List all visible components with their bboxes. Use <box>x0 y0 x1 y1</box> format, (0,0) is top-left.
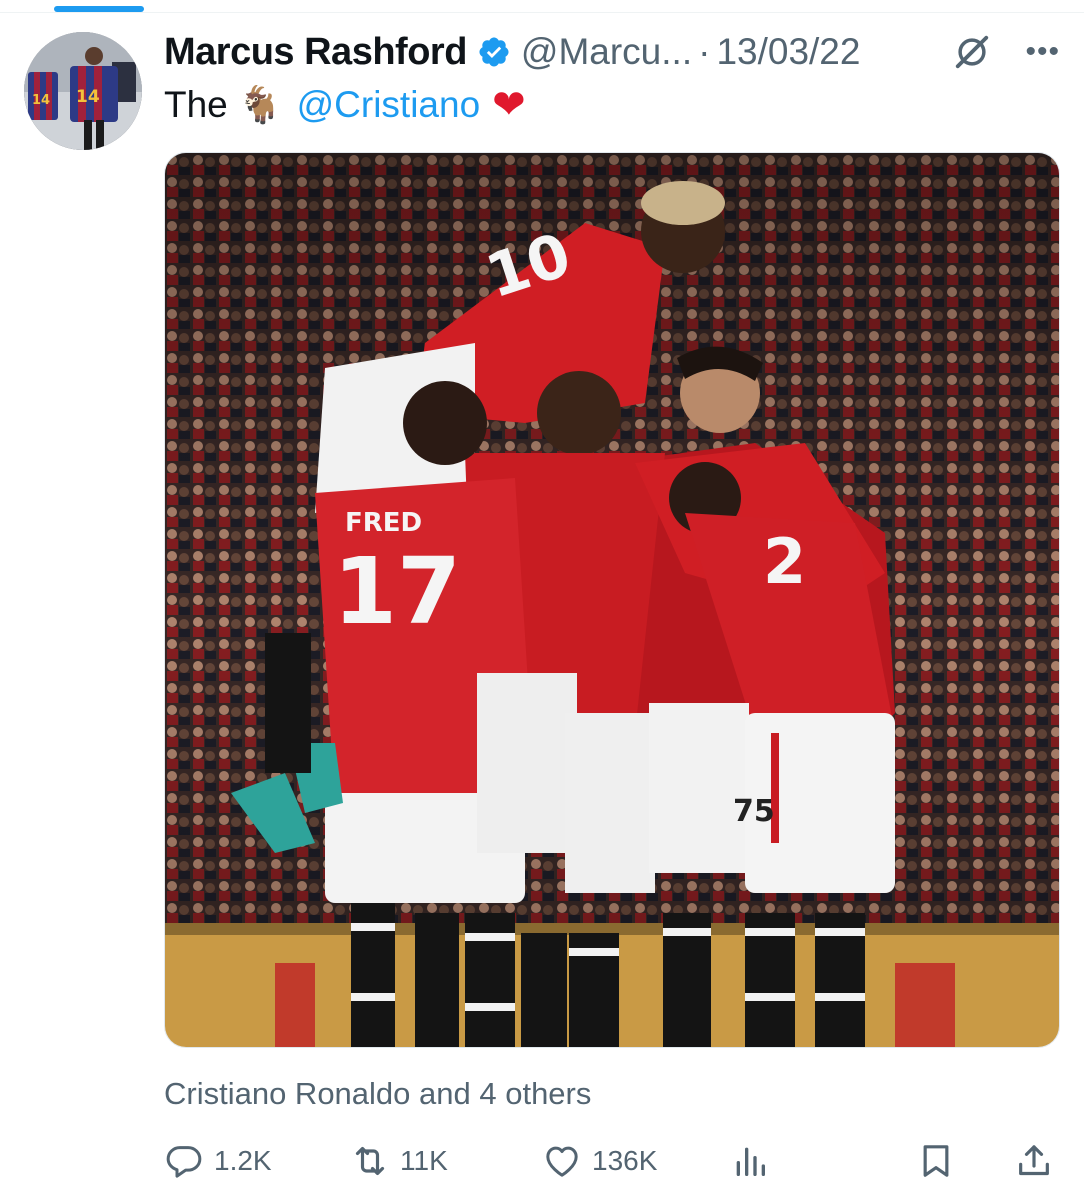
fred-shirt-number: 17 <box>333 538 461 645</box>
fred-shirt-name: FRED <box>345 508 422 538</box>
tagged-people[interactable]: Cristiano Ronaldo and 4 others <box>164 1072 591 1116</box>
tweet-date[interactable]: 13/03/22 <box>716 31 860 73</box>
goat-emoji: 🐐 <box>237 84 283 125</box>
share-icon <box>1019 1145 1049 1176</box>
tweet-media-photo[interactable]: 10 FRED 17 2 75 <box>164 152 1060 1048</box>
like-button[interactable]: 136K <box>542 1136 657 1186</box>
bookmark-button[interactable] <box>916 1136 956 1186</box>
partial-shirt-number: 2 <box>763 525 806 598</box>
reply-count: 1.2K <box>214 1145 272 1176</box>
reply-button[interactable]: 1.2K <box>164 1136 272 1186</box>
bookmark-icon <box>923 1145 949 1177</box>
avatar-image: 14 14 <box>24 32 142 150</box>
views-button[interactable] <box>730 1136 770 1186</box>
celebration-photo: 10 FRED 17 2 75 <box>165 153 1059 1047</box>
shirt-number-left: 14 <box>32 93 50 108</box>
mention-link[interactable]: @Cristiano <box>297 84 481 126</box>
tweet-text: The 🐐 @Cristiano ❤ <box>164 80 526 130</box>
heart-emoji: ❤ <box>492 83 526 127</box>
shirt-number-center: 14 <box>76 87 100 107</box>
retweet-button[interactable]: 11K <box>350 1136 448 1186</box>
like-count: 136K <box>592 1145 658 1176</box>
reply-icon <box>166 1146 202 1178</box>
separator-dot: · <box>698 31 711 72</box>
tweet-action-bar: 1.2K 11K 136K <box>164 1136 1060 1186</box>
views-icon <box>736 1147 765 1176</box>
verified-badge-icon <box>479 37 509 67</box>
avatar[interactable]: 14 14 <box>24 32 142 150</box>
like-icon <box>546 1146 578 1177</box>
shorts-number: 75 <box>733 794 775 829</box>
retweet-icon <box>355 1146 385 1176</box>
tweet-text-prefix: The <box>164 84 228 125</box>
share-button[interactable] <box>1014 1136 1054 1186</box>
author-handle[interactable]: @Marcu... <box>521 31 692 73</box>
more-icon[interactable]: ••• <box>1025 35 1060 69</box>
top-divider <box>0 12 1084 13</box>
tweet-header: Marcus Rashford @Marcu... · 13/03/22 ••• <box>164 26 1060 78</box>
retweet-count: 11K <box>400 1145 448 1176</box>
grok-icon[interactable] <box>953 33 991 71</box>
author-name[interactable]: Marcus Rashford <box>164 31 467 74</box>
